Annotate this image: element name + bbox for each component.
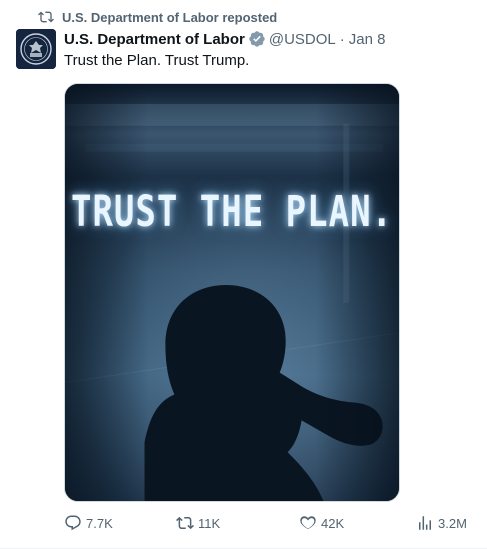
views-button[interactable]: 3.2M: [416, 514, 467, 532]
heart-icon: [300, 516, 316, 530]
department-of-labor-seal-icon: [16, 29, 56, 69]
views-chart-icon: [419, 516, 431, 530]
like-count: 42K: [321, 515, 345, 531]
media-caption: TRUST THE PLAN.: [70, 187, 394, 237]
reply-icon: [65, 515, 81, 531]
repost-icon: [38, 11, 54, 23]
post-text: Trust the Plan. Trust Trump.: [64, 52, 250, 69]
like-button[interactable]: 42K: [299, 514, 344, 532]
author-handle[interactable]: @USDOL: [269, 31, 336, 48]
government-verified-badge-icon[interactable]: [248, 30, 266, 48]
post-media[interactable]: TRUST THE PLAN.: [64, 83, 400, 502]
post-card[interactable]: U.S. Department of Labor reposted U.S. D…: [0, 0, 487, 549]
repost-button[interactable]: 11K: [176, 514, 220, 532]
action-bar: 7.7K 11K 42K 3.2M: [64, 512, 472, 536]
repost-label: U.S. Department of Labor reposted: [62, 9, 278, 25]
reply-count: 7.7K: [86, 515, 113, 531]
author-name[interactable]: U.S. Department of Labor: [64, 31, 245, 48]
repost-icon: [176, 516, 194, 530]
post-header: U.S. Department of Labor @USDOL · Jan 8: [64, 29, 385, 49]
media-image: [65, 84, 399, 501]
post-date[interactable]: Jan 8: [349, 31, 386, 48]
views-count: 3.2M: [438, 515, 467, 531]
repost-count: 11K: [198, 515, 221, 531]
repost-context[interactable]: U.S. Department of Labor reposted: [38, 9, 277, 25]
reply-button[interactable]: 7.7K: [64, 514, 113, 532]
avatar[interactable]: [16, 29, 56, 69]
separator-dot: ·: [339, 30, 345, 48]
